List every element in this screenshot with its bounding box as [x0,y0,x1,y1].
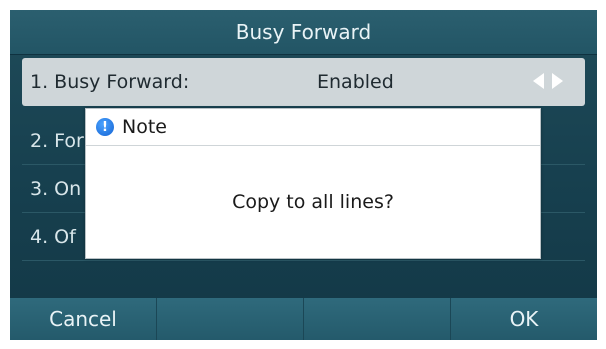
softkey-ok[interactable]: OK [451,298,597,340]
left-arrow-icon[interactable] [533,73,544,89]
list-item-value: Enabled [317,71,394,93]
softkey-bar: Cancel OK [10,298,597,340]
screen-title: Busy Forward [10,10,597,55]
softkey-2[interactable] [157,298,304,340]
right-arrow-icon[interactable] [552,73,563,89]
list-item-label: 4. Of [30,226,76,248]
softkey-cancel[interactable]: Cancel [10,298,157,340]
phone-frame: Busy Forward 1. Busy Forward: Enabled 2.… [0,0,606,349]
list-item-busy-forward[interactable]: 1. Busy Forward: Enabled [22,58,585,106]
dialog-message: Copy to all lines? [232,190,394,213]
dialog-header: ! Note [86,109,540,146]
dialog-title: Note [122,116,167,138]
list-item-label: 3. On [30,178,82,200]
note-dialog: ! Note Copy to all lines? [85,108,541,259]
list-item-label: 1. Busy Forward: [30,71,190,93]
info-icon: ! [96,118,114,136]
row-divider [22,260,585,261]
softkey-3[interactable] [304,298,451,340]
list-item-label: 2. For [30,130,84,152]
